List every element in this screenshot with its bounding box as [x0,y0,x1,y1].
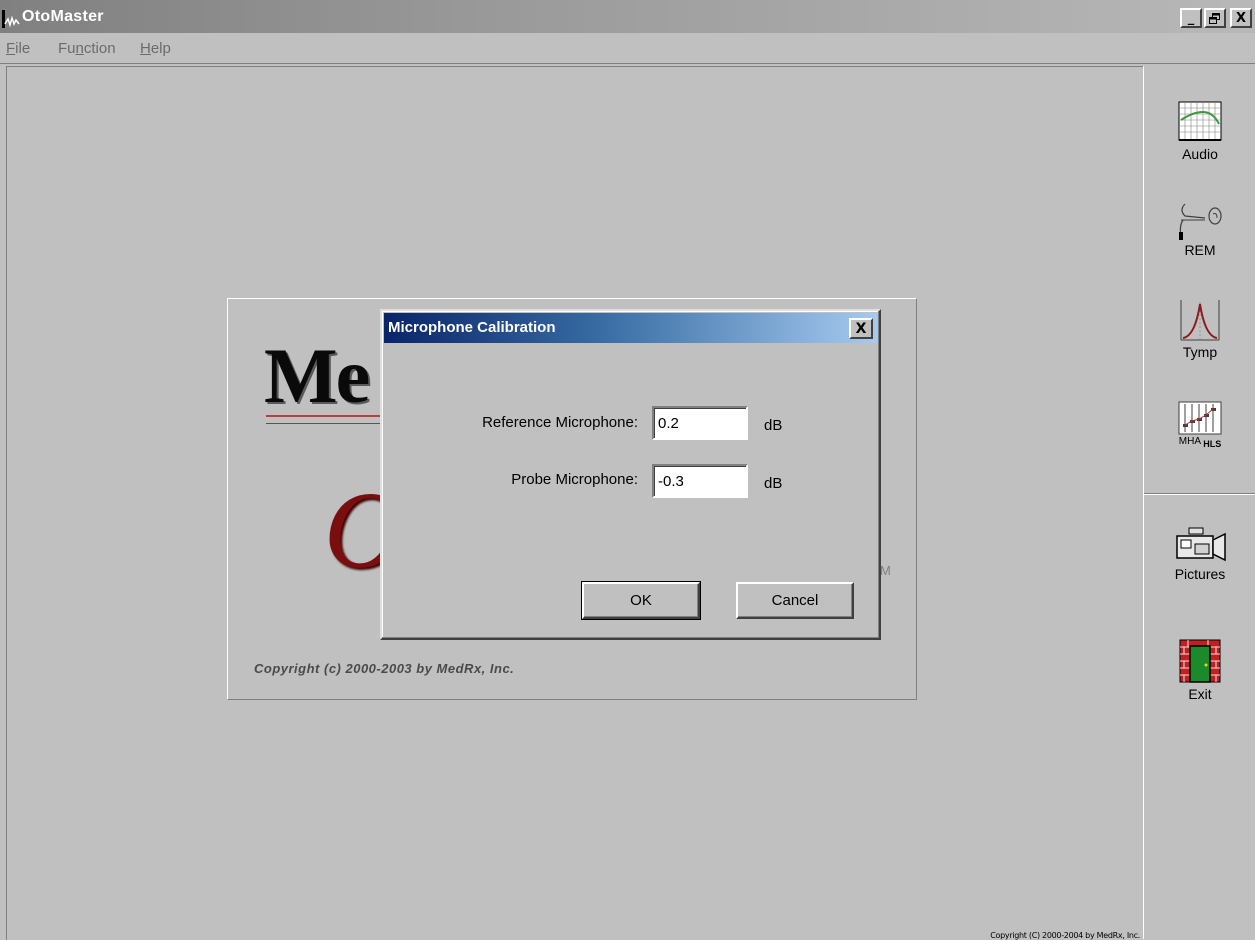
rem-label: REM [1184,242,1216,258]
brick-door-icon [1179,639,1221,683]
pictures-label: Pictures [1174,566,1226,582]
tymp-tool-button[interactable]: Tymp [1144,298,1255,360]
hls-label-text: HLS [1203,439,1222,449]
menu-help[interactable]: Help [140,40,171,57]
tool-sidebar: Audio REM Tymp MHA HLS Pictures Exit [1143,66,1255,939]
menu-help-accel: H [140,40,151,57]
otomaster-app-icon [2,10,20,28]
audiogram-icon [1178,101,1222,141]
restore-icon [1209,12,1220,24]
mixer-sliders-icon [1178,401,1222,435]
cancel-button[interactable]: Cancel [736,582,854,619]
mha-label: MHA HLS [1144,436,1255,449]
menu-bar: File Function Help [0,33,1255,64]
splash-copyright: Copyright (c) 2000-2003 by MedRx, Inc. [254,661,515,676]
logo-underline-red [266,415,396,417]
cancel-button-label: Cancel [771,592,819,609]
menu-function[interactable]: Function [58,40,116,57]
menu-function-pre: Fu [58,40,76,57]
mha-label-text: MHA [1178,436,1201,447]
dialog-title-bar[interactable]: Microphone Calibration X [384,313,877,343]
maximize-button[interactable] [1204,8,1226,28]
tymp-label: Tymp [1182,344,1218,360]
tympanogram-icon [1180,300,1220,341]
video-camera-icon [1176,527,1226,562]
probe-microphone-label: Probe Microphone: [511,471,638,488]
exit-tool-button[interactable]: Exit [1144,638,1255,702]
close-button[interactable]: X [1230,8,1252,28]
reference-microphone-label: Reference Microphone: [482,414,638,431]
exit-label: Exit [1188,686,1212,702]
medrx-logo-text: Me [264,332,370,419]
close-icon: X [1235,10,1247,26]
ok-button-label: OK [630,592,652,609]
sidebar-divider [1144,493,1255,495]
minimize-button[interactable]: _ [1180,8,1202,28]
audio-tool-button[interactable]: Audio [1144,100,1255,162]
menu-file-rest: ile [15,40,31,57]
rem-tool-button[interactable]: REM [1144,196,1255,258]
reference-microphone-input[interactable] [652,406,748,440]
pictures-tool-button[interactable]: Pictures [1144,524,1255,582]
menu-help-rest: elp [150,40,171,57]
logo-underline-gray [266,423,396,424]
audio-label: Audio [1182,146,1218,162]
reference-unit: dB [764,417,783,434]
window-title-bar[interactable]: OtoMaster _ X [0,0,1255,33]
mha-hls-tool-button[interactable]: MHA HLS [1144,400,1255,449]
menu-file-accel: F [6,40,16,57]
ear-probe-icon [1179,203,1222,240]
trademark-mark: M [880,563,891,578]
menu-file[interactable]: File [6,40,30,57]
menu-function-rest: ction [83,40,116,57]
menu-function-accel: n [75,40,84,57]
microphone-calibration-dialog: Microphone Calibration X Reference Micro… [380,309,881,640]
dialog-close-button[interactable]: X [849,318,873,339]
probe-unit: dB [764,475,783,492]
probe-microphone-input[interactable] [652,464,748,498]
ok-button[interactable]: OK [581,581,701,620]
dialog-title: Microphone Calibration [388,319,556,336]
close-icon: X [855,320,867,337]
window-title: OtoMaster [22,8,104,25]
minimize-icon: _ [1187,10,1195,26]
